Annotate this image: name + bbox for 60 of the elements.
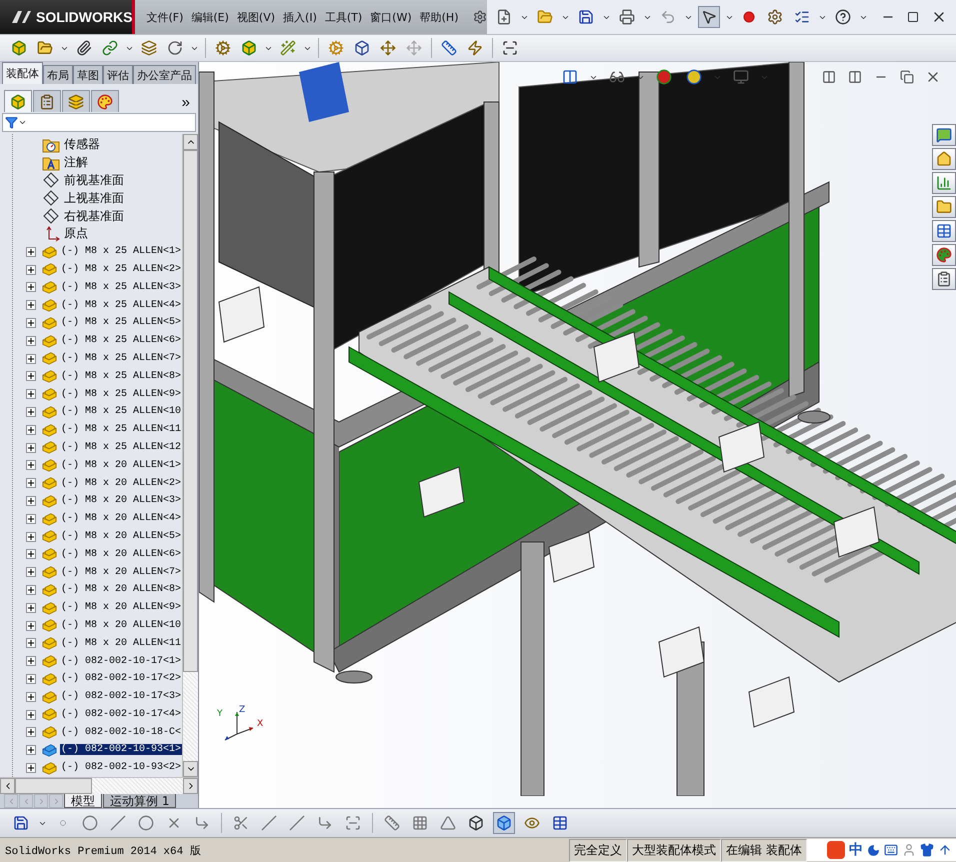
tree-item[interactable]: 原点 — [63, 225, 89, 242]
tree-item[interactable]: (-) M8 x 20 ALLEN<8> — [60, 584, 182, 596]
tree-item[interactable]: (-) M8 x 25 ALLEN<11 — [60, 424, 182, 436]
command-tab[interactable]: 办公室产品 — [133, 65, 196, 84]
tree-item[interactable]: (-) M8 x 25 ALLEN<12 — [60, 442, 182, 453]
tree-item[interactable]: (-) M8 x 20 ALLEN<10 — [60, 620, 182, 631]
menu-item[interactable]: 视图(V) — [234, 6, 278, 28]
status-field: 大型装配体模式 — [627, 838, 722, 862]
menu-item[interactable]: 窗口(W) — [367, 6, 415, 28]
sheet-tab[interactable]: 模型 — [64, 794, 102, 808]
tree-item[interactable]: (-) M8 x 20 ALLEN<6> — [60, 548, 182, 560]
tree-item[interactable]: (-) 082-002-10-17<2> — [60, 673, 182, 684]
tree-item[interactable]: (-) M8 x 25 ALLEN<8> — [60, 370, 182, 382]
tree-item[interactable]: (-) M8 x 20 ALLEN<3> — [60, 495, 182, 506]
tree-item[interactable]: (-) 082-002-10-93<2> — [60, 762, 182, 774]
menu-item[interactable]: 帮助(H) — [416, 6, 462, 28]
product-version: SolidWorks Premium 2014 x64 版 — [4, 844, 202, 858]
tree-item[interactable]: (-) 082-002-10-17<4> — [60, 708, 182, 720]
command-tab[interactable]: 布局 — [43, 65, 73, 84]
menu-item[interactable]: 文件(F) — [143, 6, 186, 28]
tree-item[interactable]: (-) M8 x 25 ALLEN<3> — [60, 282, 182, 293]
tree-item[interactable]: 上视基准面 — [63, 190, 125, 207]
command-tab[interactable]: 评估 — [103, 65, 133, 84]
tree-item[interactable]: (-) M8 x 25 ALLEN<7> — [60, 352, 182, 364]
status-field: 在编辑 装配体 — [721, 838, 807, 862]
tree-item[interactable]: (-) 082-002-10-17<1> — [60, 656, 182, 666]
tree-item[interactable]: (-) M8 x 20 ALLEN<9> — [60, 602, 182, 614]
command-tab[interactable]: 草图 — [73, 65, 103, 84]
ime-mode[interactable]: 中 — [849, 841, 863, 859]
tree-item[interactable]: (-) 082-002-10-93<1> — [60, 744, 182, 756]
tree-item[interactable]: (-) M8 x 25 ALLEN<5> — [60, 317, 182, 328]
sheet-tab[interactable]: 运动算例 1 — [103, 794, 176, 808]
tree-item[interactable]: (-) M8 x 25 ALLEN<6> — [60, 335, 182, 346]
tree-item[interactable]: (-) M8 x 25 ALLEN<9> — [60, 388, 182, 400]
status-field: 完全定义 — [569, 838, 628, 862]
tree-item[interactable]: 传感器 — [63, 136, 101, 154]
tree-item[interactable]: (-) M8 x 20 ALLEN<1> — [60, 460, 182, 471]
tree-item[interactable]: (-) M8 x 20 ALLEN<2> — [60, 478, 182, 489]
tree-item[interactable]: 右视基准面 — [63, 208, 125, 225]
tree-item[interactable]: (-) M8 x 20 ALLEN<4> — [60, 513, 182, 524]
menu-item[interactable]: 工具(T) — [322, 6, 366, 28]
axis-label: Y — [217, 709, 222, 719]
tree-item[interactable]: (-) 082-002-10-17<3> — [60, 691, 182, 702]
tree-item[interactable]: (-) 082-002-10-18-C< — [60, 726, 182, 738]
tree-item[interactable]: (-) M8 x 25 ALLEN<2> — [60, 264, 182, 275]
menu-item[interactable]: 编辑(E) — [188, 6, 232, 28]
more-button[interactable]: » — [178, 92, 194, 112]
tree-item[interactable]: (-) M8 x 25 ALLEN<4> — [60, 300, 182, 311]
axis-label: X — [257, 719, 264, 729]
tree-item[interactable]: (-) M8 x 20 ALLEN<7> — [60, 566, 182, 578]
tree-item[interactable]: 前视基准面 — [63, 172, 125, 189]
app-name: SOLIDWORKS — [36, 9, 132, 25]
command-tab[interactable]: 装配体 — [2, 62, 43, 84]
tree-item[interactable]: 注解 — [63, 154, 89, 172]
menu-item[interactable]: 插入(I) — [280, 6, 320, 28]
tree-item[interactable]: (-) M8 x 20 ALLEN<5> — [60, 530, 182, 542]
axis-label: Z — [239, 705, 246, 715]
tree-item[interactable]: (-) M8 x 25 ALLEN<10 — [60, 406, 182, 418]
tree-item[interactable]: (-) M8 x 20 ALLEN<11 — [60, 638, 182, 649]
tree-item[interactable]: (-) M8 x 25 ALLEN<1> — [60, 246, 182, 258]
